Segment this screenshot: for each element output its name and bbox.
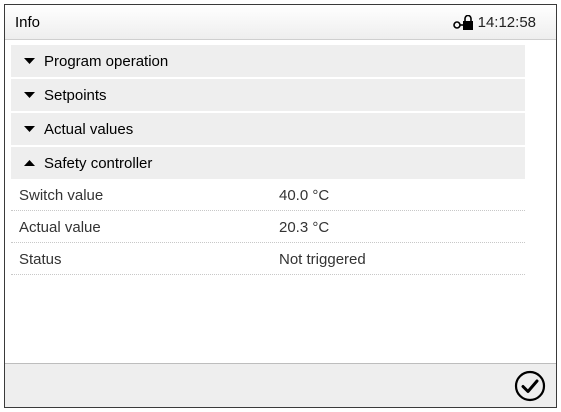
table-row-switch-value: Switch value 40.0 °C	[11, 181, 525, 211]
section-label: Setpoints	[44, 86, 107, 104]
triangle-up-icon	[24, 160, 35, 166]
section-actual-values[interactable]: Actual values	[11, 113, 525, 146]
clock-time: 14:12:58	[477, 14, 536, 31]
section-safety-controller[interactable]: Safety controller	[11, 147, 525, 180]
footer-bar	[5, 363, 556, 407]
table-row-actual-value: Actual value 20.3 °C	[11, 213, 525, 243]
triangle-down-icon	[24, 126, 35, 132]
info-content: Program operation Setpoints Actual value…	[5, 41, 556, 359]
triangle-down-icon	[24, 58, 35, 64]
checkmark-circle-icon[interactable]	[514, 370, 546, 402]
title-bar: Info 14:12:58	[5, 5, 556, 40]
section-label: Actual values	[44, 120, 134, 138]
section-label: Program operation	[44, 52, 169, 70]
lock-key-icon	[452, 15, 473, 30]
row-label: Switch value	[19, 187, 104, 204]
row-label: Actual value	[19, 219, 101, 236]
row-value: 20.3 °C	[279, 219, 330, 236]
row-label: Status	[19, 251, 62, 268]
section-setpoints[interactable]: Setpoints	[11, 79, 525, 112]
section-label: Safety controller	[44, 154, 153, 172]
triangle-down-icon	[24, 92, 35, 98]
section-program-operation[interactable]: Program operation	[11, 45, 525, 78]
row-value: 40.0 °C	[279, 187, 330, 204]
table-row-status: Status Not triggered	[11, 245, 525, 275]
info-window: Info 14:12:58 Program operation Setpoint…	[4, 4, 557, 408]
page-title: Info	[15, 14, 41, 31]
status-clock: 14:12:58	[452, 14, 536, 31]
row-value: Not triggered	[279, 251, 366, 268]
